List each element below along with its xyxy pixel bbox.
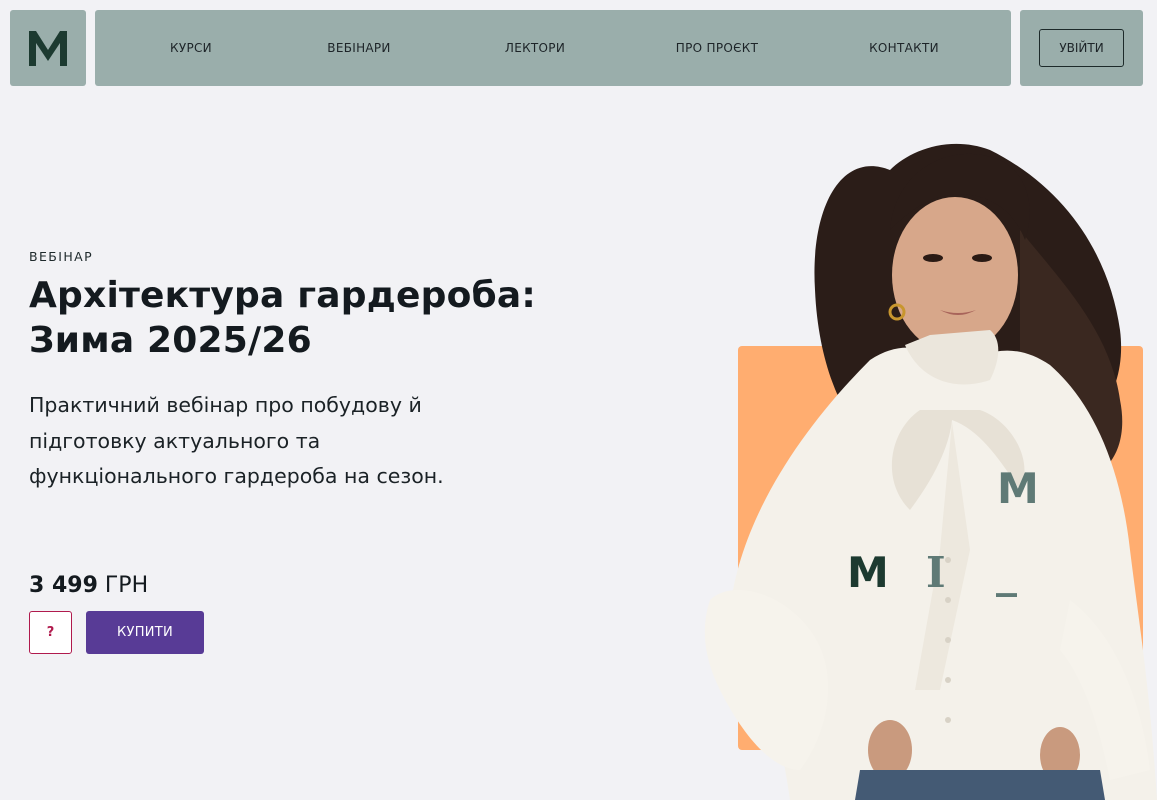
page: КУРСИ ВЕБІНАРИ ЛЕКТОРИ ПРО ПРОЄКТ КОНТАК…: [0, 0, 1157, 800]
hero-image: M M I _: [690, 130, 1157, 800]
overlay-underscore: _: [996, 548, 1017, 597]
price-amount: 3 499: [29, 573, 98, 598]
login-area: УВІЙТИ: [1020, 10, 1143, 86]
price-currency: ГРН: [104, 573, 149, 598]
overlay-letter-m-left: M: [847, 548, 889, 597]
hero-description: Практичний вебінар про побудову й підгот…: [29, 393, 444, 488]
buy-button[interactable]: КУПИТИ: [86, 611, 204, 654]
nav-item-courses[interactable]: КУРСИ: [170, 10, 212, 86]
hero-eyebrow: ВЕБІНАР: [29, 249, 94, 264]
logo-m-icon: [29, 31, 67, 66]
login-button[interactable]: УВІЙТИ: [1039, 29, 1124, 67]
main-nav: КУРСИ ВЕБІНАРИ ЛЕКТОРИ ПРО ПРОЄКТ КОНТАК…: [95, 10, 1011, 86]
price: 3 499 ГРН: [29, 573, 148, 598]
page-title: Архітектура гардероба: Зима 2025/26: [29, 273, 589, 363]
nav-item-contacts[interactable]: КОНТАКТИ: [869, 10, 939, 86]
logo[interactable]: [10, 10, 86, 86]
nav-item-about[interactable]: ПРО ПРОЄКТ: [676, 10, 758, 86]
overlay-letter-m-top: M: [997, 464, 1039, 513]
nav-item-lecturers[interactable]: ЛЕКТОРИ: [505, 10, 565, 86]
help-button[interactable]: ?: [29, 611, 72, 654]
nav-item-webinars[interactable]: ВЕБІНАРИ: [327, 10, 390, 86]
overlay-letter-i: I: [926, 548, 946, 597]
model-photo: [704, 143, 1157, 800]
title-line-2: Зима 2025/26: [29, 320, 312, 361]
title-line-1: Архітектура гардероба:: [29, 275, 536, 316]
